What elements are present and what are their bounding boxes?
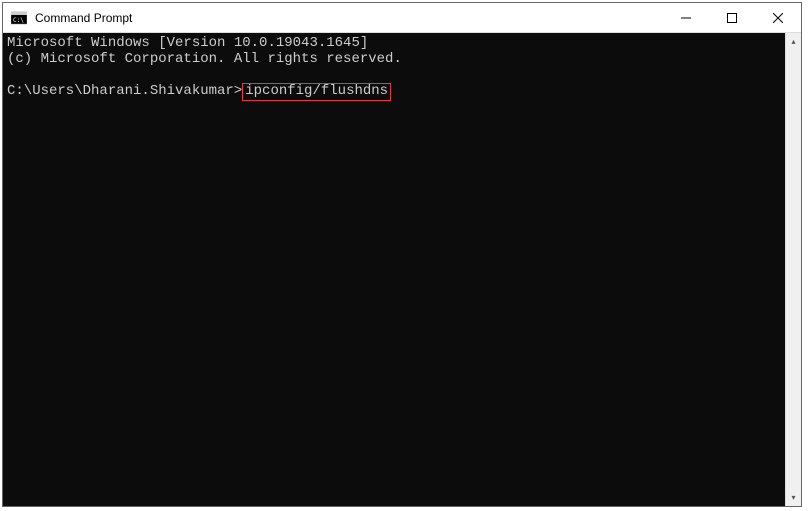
- terminal-output[interactable]: Microsoft Windows [Version 10.0.19043.16…: [3, 33, 785, 506]
- maximize-button[interactable]: [709, 3, 755, 32]
- command-text: ipconfig/flushdns: [245, 83, 388, 99]
- vertical-scrollbar[interactable]: ▴ ▾: [785, 33, 801, 506]
- copyright-line: (c) Microsoft Corporation. All rights re…: [7, 51, 402, 67]
- minimize-button[interactable]: [663, 3, 709, 32]
- window-title: Command Prompt: [35, 11, 663, 25]
- version-line: Microsoft Windows [Version 10.0.19043.16…: [7, 35, 368, 51]
- command-prompt-window: C:\ Command Prompt Microsoft Windows [Ve…: [2, 2, 802, 507]
- window-controls: [663, 3, 801, 32]
- close-button[interactable]: [755, 3, 801, 32]
- scroll-up-button[interactable]: ▴: [786, 33, 801, 50]
- scroll-down-button[interactable]: ▾: [786, 489, 801, 506]
- content-area: Microsoft Windows [Version 10.0.19043.16…: [3, 33, 801, 506]
- svg-text:C:\: C:\: [13, 17, 24, 24]
- prompt-text: C:\Users\Dharani.Shivakumar>: [7, 83, 242, 99]
- command-highlight: ipconfig/flushdns: [242, 83, 391, 101]
- cmd-icon: C:\: [11, 10, 27, 26]
- titlebar[interactable]: C:\ Command Prompt: [3, 3, 801, 33]
- scroll-track[interactable]: [786, 50, 801, 489]
